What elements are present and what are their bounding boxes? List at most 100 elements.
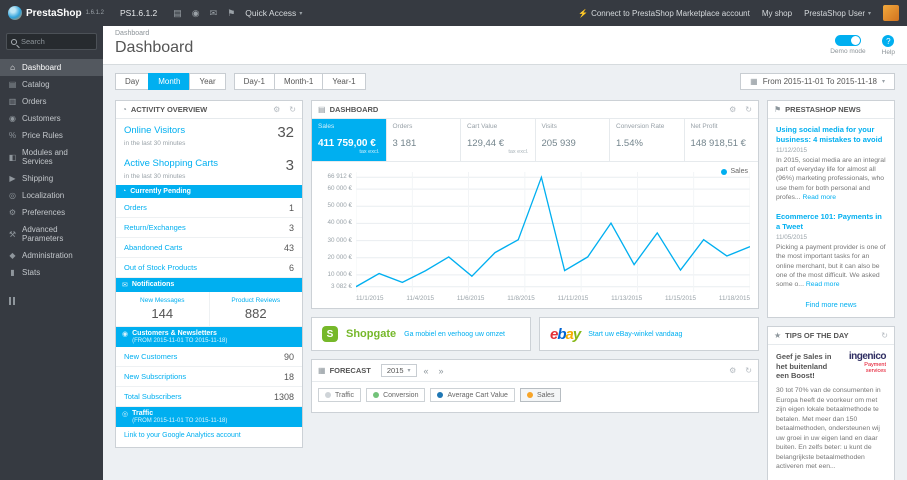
news-article-title[interactable]: Using social media for your business: 4 … — [776, 125, 886, 145]
promo-row: S Shopgate Ga mobiel en verhoog uw omzet… — [311, 317, 759, 351]
news-article-title[interactable]: Ecommerce 101: Payments in a Tweet — [776, 212, 886, 232]
read-more-link[interactable]: Read more — [802, 194, 836, 201]
flag-icon[interactable]: ⚑ — [227, 8, 235, 19]
forecast-year-select[interactable]: 2015 ▾ — [380, 364, 417, 377]
y-tick-label: 66 912 € — [327, 173, 352, 181]
sidebar-item-label: Administration — [22, 251, 73, 260]
sidebar-item-price-rules[interactable]: % Price Rules — [0, 127, 103, 144]
marketplace-link[interactable]: ⚡ Connect to PrestaShop Marketplace acco… — [578, 9, 750, 18]
gear-icon[interactable]: ⚙ — [273, 105, 280, 114]
ebay-promo[interactable]: ebay Start uw eBay-winkel vandaag — [539, 317, 759, 351]
chart-legend-label: Sales — [730, 168, 748, 175]
shopgate-promo[interactable]: S Shopgate Ga mobiel en verhoog uw omzet — [311, 317, 531, 351]
product-reviews-cell[interactable]: Product Reviews 882 — [208, 292, 303, 326]
kpi-cart-value[interactable]: Cart Value 129,44 € tax excl. — [461, 119, 536, 161]
forecast-toggle-sales[interactable]: Sales — [519, 388, 562, 402]
sidebar-item-label: Shipping — [22, 174, 54, 183]
sidebar-item-administration[interactable]: ◆ Administration — [0, 247, 103, 264]
sidebar-item-modules-and-services[interactable]: ◧ Modules and Services — [0, 144, 103, 170]
customers-row-new-subscriptions[interactable]: New Subscriptions 18 — [116, 367, 302, 387]
refresh-icon[interactable]: ↻ — [881, 331, 888, 340]
pending-row-out-of-stock[interactable]: Out of Stock Products 6 — [116, 258, 302, 278]
forecast-toggle-average-cart-value[interactable]: Average Cart Value — [430, 388, 515, 402]
sidebar-item-customers[interactable]: ◉ Customers — [0, 110, 103, 127]
range-year-button[interactable]: Year — [189, 73, 226, 90]
gear-icon[interactable]: ⚙ — [729, 366, 736, 375]
customers-row-total-subscribers[interactable]: Total Subscribers 1308 — [116, 387, 302, 407]
sidebar-item-label: Price Rules — [22, 131, 63, 140]
sidebar-item-shipping[interactable]: ▶ Shipping — [0, 170, 103, 187]
preferences-icon: ⚙ — [8, 208, 17, 217]
forecast-toggle-conversion[interactable]: Conversion — [366, 388, 426, 402]
forecast-prev-button[interactable]: « — [421, 366, 432, 376]
prestashop-brand[interactable]: PrestaShop 1.6.1.2 — [8, 6, 104, 20]
range-year-minus-1-button[interactable]: Year-1 — [322, 73, 366, 90]
quick-access-label: Quick Access — [245, 8, 297, 18]
date-range-label: From 2015-11-01 To 2015-11-18 — [762, 77, 877, 86]
avatar[interactable] — [883, 5, 899, 21]
kpi-orders[interactable]: Orders 3 181 — [387, 119, 461, 161]
sidebar-item-preferences[interactable]: ⚙ Preferences — [0, 204, 103, 221]
customers-row-new-customers[interactable]: New Customers 90 — [116, 347, 302, 367]
active-carts-value: 3 — [285, 157, 294, 174]
search-input[interactable] — [21, 37, 93, 46]
gear-icon[interactable]: ⚙ — [729, 105, 736, 114]
kpi-net-profit[interactable]: Net Profit 148 918,51 € — [685, 119, 759, 161]
read-more-link[interactable]: Read more — [806, 281, 840, 288]
sidebar-item-dashboard[interactable]: ⌂ Dashboard — [0, 59, 103, 76]
google-analytics-link[interactable]: Link to your Google Analytics account — [116, 427, 302, 447]
pending-row-abandoned-carts[interactable]: Abandoned Carts 43 — [116, 238, 302, 258]
pending-row-orders[interactable]: Orders 1 — [116, 198, 302, 218]
customers-topbar-icon[interactable]: ◉ — [192, 8, 200, 19]
y-tick-label: 3 082 € — [330, 282, 352, 290]
person-icon: ◉ — [122, 331, 129, 338]
refresh-icon[interactable]: ↻ — [745, 366, 752, 375]
new-messages-cell[interactable]: New Messages 144 — [116, 292, 209, 326]
online-visitors-link[interactable]: Online Visitors — [124, 125, 185, 136]
help-icon[interactable]: ? — [882, 35, 895, 47]
currently-pending-header: ◔ Currently Pending — [116, 185, 302, 198]
traffic-title: Traffic — [132, 410, 154, 417]
messages-icon[interactable]: ✉ — [210, 8, 218, 19]
sidebar-item-label: Modules and Services — [22, 148, 68, 166]
demo-mode-label: Demo mode — [830, 48, 866, 55]
date-range-button[interactable]: ▦ From 2015-11-01 To 2015-11-18 ▾ — [740, 73, 895, 90]
user-menu[interactable]: PrestaShop User ▾ — [804, 9, 871, 18]
chart-legend[interactable]: Sales — [721, 168, 748, 175]
range-day-minus-1-button[interactable]: Day-1 — [233, 73, 275, 90]
x-tick-label: 11/6/2015 — [456, 295, 485, 302]
shop-name-link[interactable]: PS1.6.1.2 — [114, 8, 163, 18]
range-month-button[interactable]: Month — [148, 73, 191, 90]
ebay-promo-link[interactable]: Start uw eBay-winkel vandaag — [588, 331, 682, 338]
refresh-icon[interactable]: ↻ — [289, 105, 296, 114]
cart-icon[interactable]: ▤ — [173, 8, 182, 19]
demo-mode-toggle[interactable] — [834, 35, 861, 46]
kpi-visits[interactable]: Visits 205 939 — [536, 119, 610, 161]
range-month-minus-1-button[interactable]: Month-1 — [273, 73, 324, 90]
news-article-date: 11/12/2015 — [776, 146, 808, 154]
sidebar-item-catalog[interactable]: ▤ Catalog — [0, 76, 103, 93]
sidebar-collapse-button[interactable] — [9, 297, 94, 305]
my-shop-link[interactable]: My shop — [762, 9, 792, 18]
forecast-legend: Traffic Conversion Average Cart Value Sa… — [312, 382, 758, 412]
orders-icon: ▥ — [8, 97, 17, 106]
forecast-toggle-traffic[interactable]: Traffic — [318, 388, 362, 402]
search-icon — [11, 38, 17, 45]
active-carts-link[interactable]: Active Shopping Carts — [124, 158, 218, 169]
shopgate-logo-icon: S — [322, 326, 338, 342]
refresh-icon[interactable]: ↻ — [745, 105, 752, 114]
range-day-button[interactable]: Day — [115, 73, 150, 90]
shopgate-promo-link[interactable]: Ga mobiel en verhoog uw omzet — [404, 331, 505, 338]
pending-row-returns[interactable]: Return/Exchanges 3 — [116, 218, 302, 238]
sidebar-item-label: Dashboard — [22, 63, 62, 72]
clock-icon: ◔ — [122, 188, 127, 195]
quick-access-menu[interactable]: Quick Access ▾ — [245, 8, 302, 18]
kpi-sales[interactable]: Sales 411 759,00 € tax excl. — [312, 119, 387, 161]
forecast-next-button[interactable]: » — [436, 366, 447, 376]
sidebar-item-localization[interactable]: ◎ Localization — [0, 187, 103, 204]
kpi-conversion-rate[interactable]: Conversion Rate 1.54% — [610, 119, 685, 161]
find-more-news-link[interactable]: Find more news — [768, 294, 894, 317]
sidebar-item-stats[interactable]: ▮ Stats — [0, 264, 103, 281]
sidebar-item-advanced-parameters[interactable]: ⚒ Advanced Parameters — [0, 221, 103, 247]
sidebar-item-orders[interactable]: ▥ Orders — [0, 93, 103, 110]
